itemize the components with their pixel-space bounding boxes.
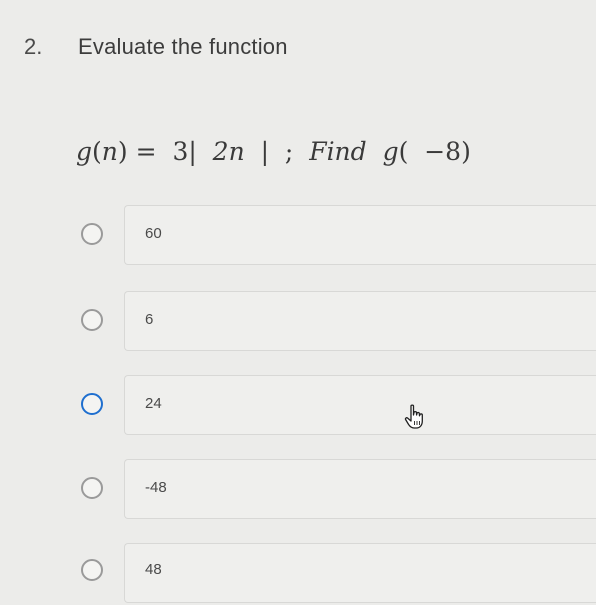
answer-label-3: 24	[145, 395, 162, 412]
option-row-4[interactable]: -48	[0, 457, 596, 521]
question-number: 2.	[24, 34, 43, 59]
answer-box-3[interactable]	[124, 375, 596, 435]
radio-option-4[interactable]	[81, 477, 103, 499]
answer-label-4: -48	[145, 479, 167, 496]
option-row-3[interactable]: 24	[0, 373, 596, 437]
answer-box-1[interactable]	[124, 205, 596, 265]
formula-bar-semicolon: | ;	[244, 137, 310, 166]
function-formula: g(n) = 3| 2n | ; Find g( −8)	[76, 137, 471, 166]
answer-box-4[interactable]	[124, 459, 596, 519]
answer-box-2[interactable]	[124, 291, 596, 351]
radio-option-3[interactable]	[81, 393, 103, 415]
radio-option-2[interactable]	[81, 309, 103, 331]
formula-rparen-eq: ) =	[117, 137, 173, 166]
answer-box-5[interactable]	[124, 543, 596, 603]
formula-n: n	[101, 137, 118, 166]
answer-label-1: 60	[145, 225, 162, 242]
answer-label-5: 48	[145, 561, 162, 578]
hand-pointer-icon	[404, 404, 426, 430]
option-row-5[interactable]: 48	[0, 541, 596, 605]
question-title: Evaluate the function	[78, 34, 288, 59]
formula-lparen: (	[92, 137, 102, 166]
formula-arg: ( −8)	[398, 137, 471, 166]
answer-label-2: 6	[145, 311, 154, 328]
radio-option-1[interactable]	[81, 223, 103, 245]
formula-g2: g	[366, 137, 399, 166]
formula-find: Find	[309, 137, 367, 166]
formula-g: g	[76, 137, 93, 166]
radio-option-5[interactable]	[81, 559, 103, 581]
formula-three: 3|	[172, 137, 213, 166]
option-row-1[interactable]: 60	[0, 203, 596, 267]
option-row-2[interactable]: 6	[0, 289, 596, 353]
formula-two-n: 2n	[212, 137, 245, 166]
